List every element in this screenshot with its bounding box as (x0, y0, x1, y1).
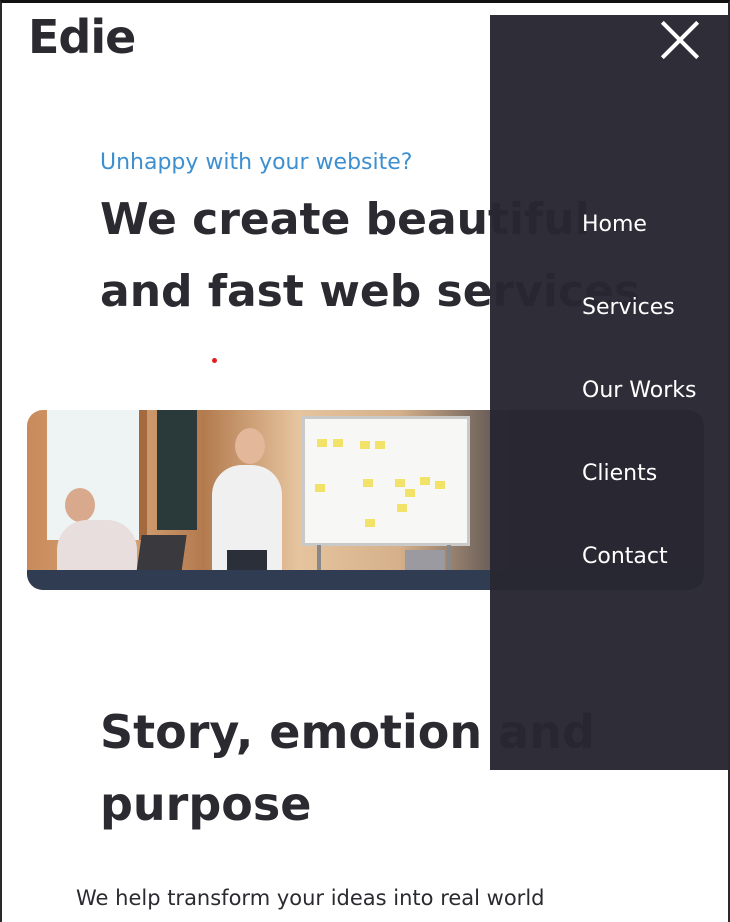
story-paragraph: We help transform your ideas into real w… (76, 886, 545, 910)
close-icon[interactable] (658, 18, 702, 62)
decorative-dot (212, 358, 217, 363)
nav-item-our-works[interactable]: Our Works (582, 378, 696, 403)
nav-item-home[interactable]: Home (582, 212, 647, 237)
photo-attendee-head (65, 488, 95, 522)
photo-window-dark (157, 410, 197, 530)
photo-laptop (136, 535, 187, 573)
photo-presenter-head (235, 428, 265, 464)
nav-item-clients[interactable]: Clients (582, 461, 657, 486)
site-logo[interactable]: Edie (28, 10, 136, 64)
photo-whiteboard (302, 416, 470, 546)
hero-kicker: Unhappy with your website? (100, 150, 413, 175)
nav-item-contact[interactable]: Contact (582, 544, 668, 569)
nav-item-services[interactable]: Services (582, 295, 675, 320)
story-title-line-2: purpose (100, 777, 312, 831)
